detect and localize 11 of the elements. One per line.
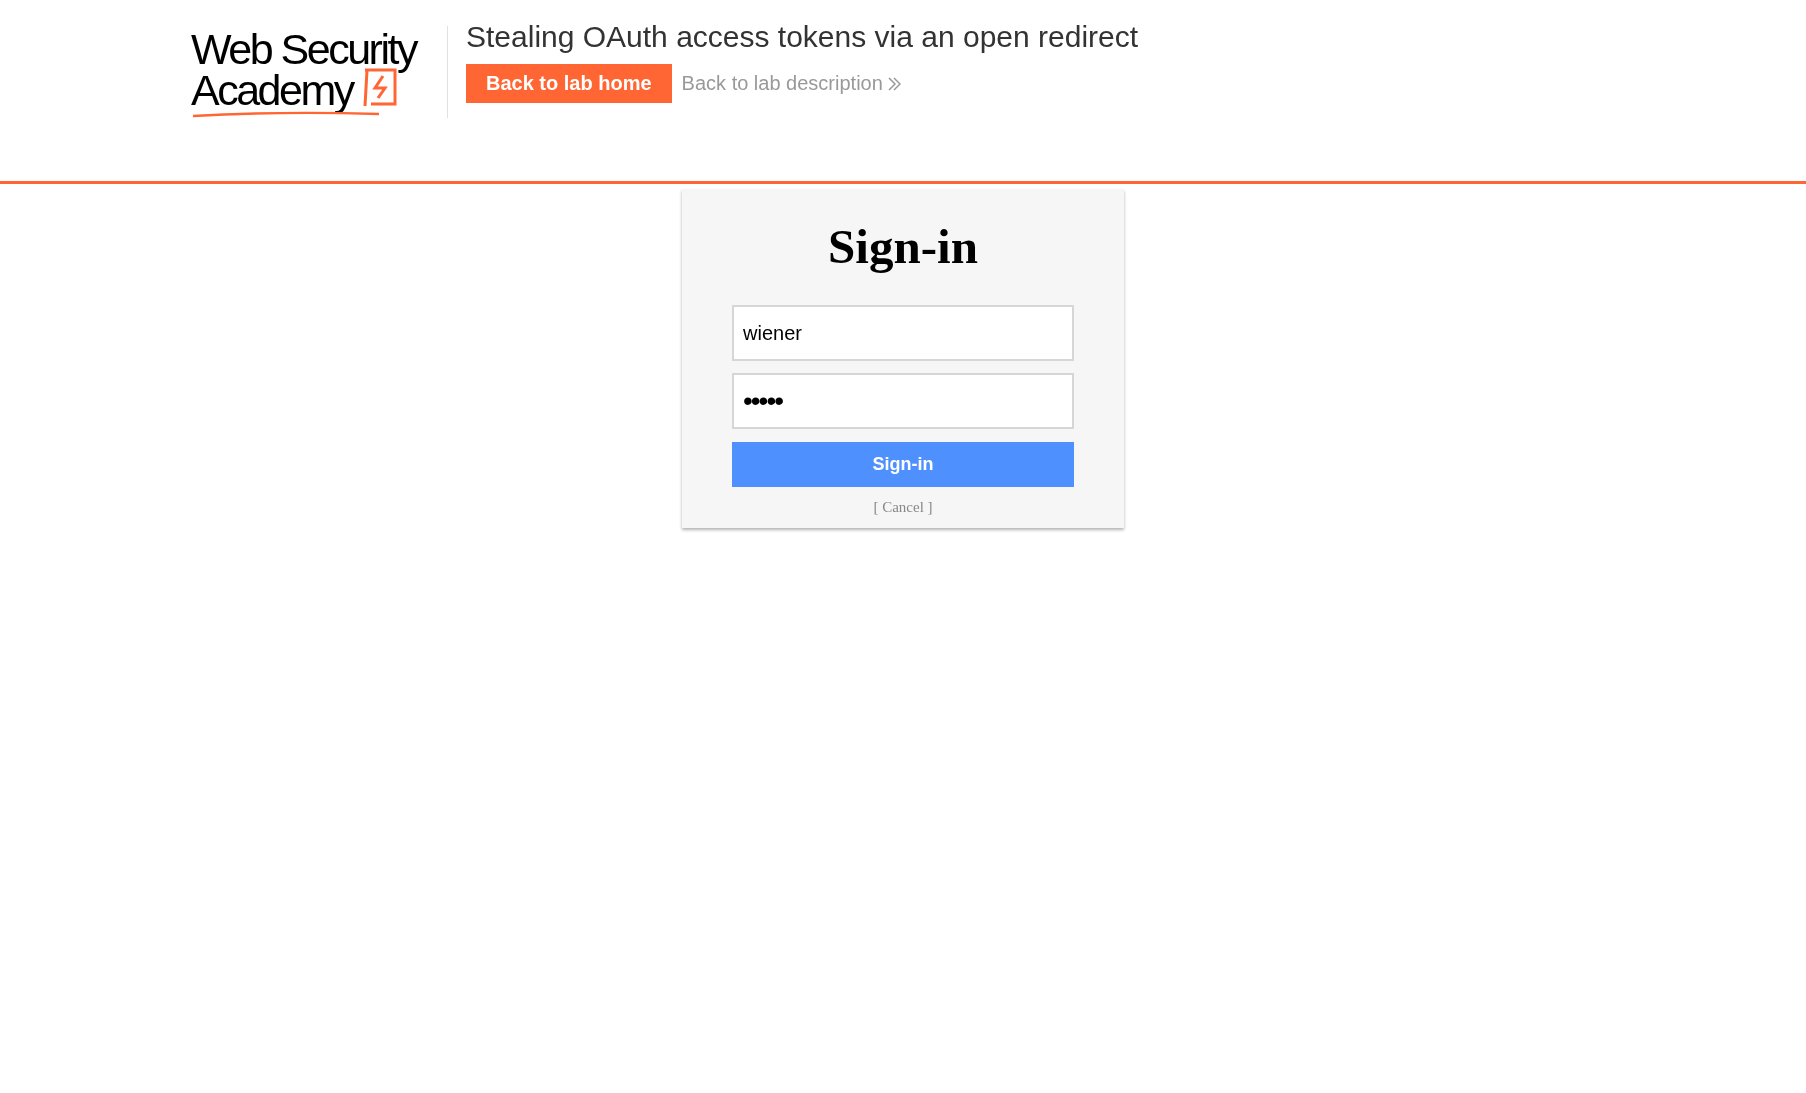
double-chevron-icon	[886, 75, 901, 92]
password-field[interactable]: •••••	[732, 373, 1074, 429]
sign-in-heading: Sign-in	[827, 218, 979, 276]
sign-in-button[interactable]: Sign-in	[732, 442, 1074, 487]
cancel-link[interactable]: [ Cancel ]	[873, 499, 933, 516]
username-field[interactable]: wiener	[732, 305, 1074, 361]
back-to-lab-home-button[interactable]: Back to lab home	[466, 64, 672, 103]
back-to-lab-description-link[interactable]: Back to lab description	[681, 72, 901, 95]
underline-swoosh-icon	[191, 110, 381, 118]
logo[interactable]: Web Security Academy	[191, 26, 448, 118]
lab-title: Stealing OAuth access tokens via an open redirect	[466, 20, 1139, 54]
